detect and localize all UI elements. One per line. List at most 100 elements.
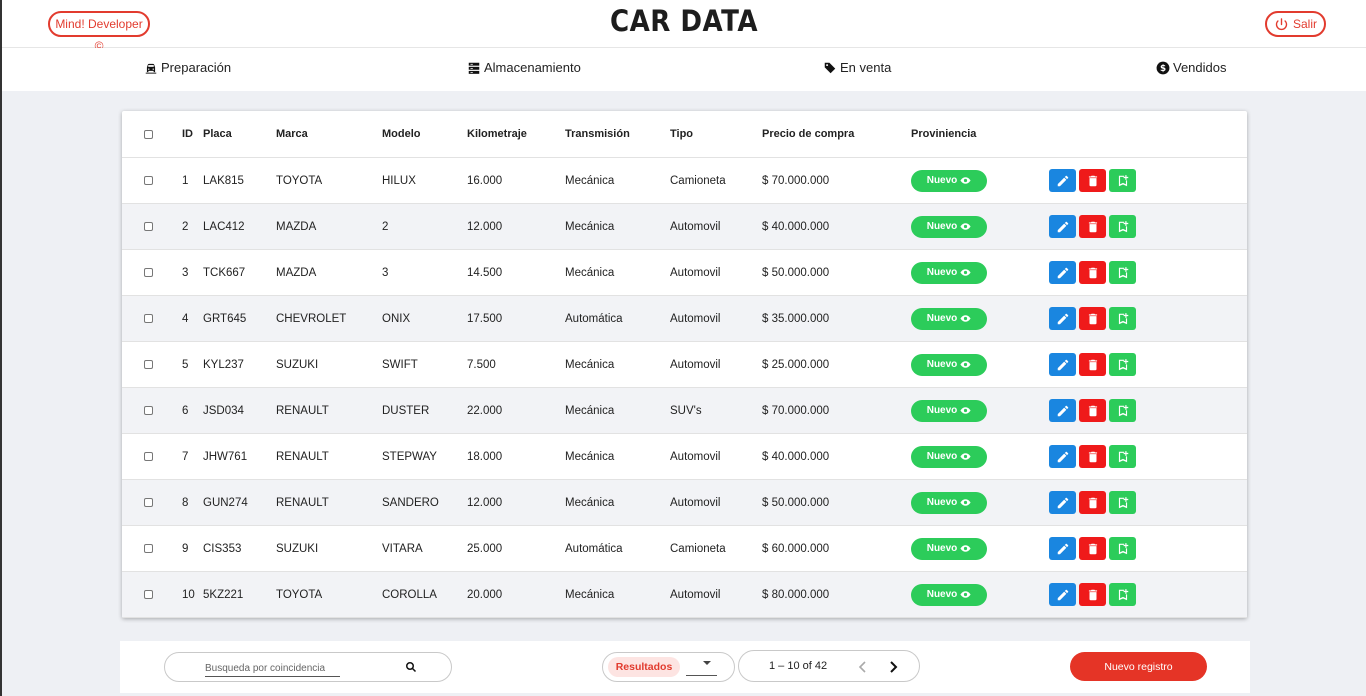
edit-button[interactable] — [1049, 169, 1076, 192]
proviniencia-badge[interactable]: Nuevo — [911, 169, 987, 192]
row-checkbox[interactable] — [144, 498, 153, 507]
bookmark-add-button[interactable] — [1109, 215, 1136, 238]
proviniencia-badge[interactable]: Nuevo — [911, 399, 987, 422]
nav-item-en-venta[interactable]: En venta — [823, 60, 891, 75]
column-header-transmision[interactable]: Transmisión — [565, 111, 630, 157]
table-row[interactable]: 9 CIS353 SUZUKI VITARA 25.000 Automática Camio… — [122, 526, 1247, 572]
delete-button[interactable] — [1079, 169, 1106, 192]
column-header-proviniencia[interactable]: Proviniencia — [911, 111, 976, 157]
column-header-marca[interactable]: Marca — [276, 111, 308, 157]
bookmark-add-button[interactable] — [1109, 353, 1136, 376]
bookmark-add-button[interactable] — [1109, 537, 1136, 560]
nav-item-vendidos[interactable]: $ Vendidos — [1156, 60, 1227, 75]
table-row[interactable]: 5 KYL237 SUZUKI SWIFT 7.500 Mecánica Automovil… — [122, 342, 1247, 388]
badge-label: Nuevo — [926, 221, 958, 232]
bookmark-add-button[interactable] — [1109, 169, 1136, 192]
table-row[interactable]: 7 JHW761 RENAULT STEPWAY 18.000 Mecánica Autom… — [122, 434, 1247, 480]
edit-button[interactable] — [1049, 537, 1076, 560]
delete-button[interactable] — [1079, 399, 1106, 422]
cell-placa: LAC412 — [203, 220, 245, 233]
bookmark-add-button[interactable] — [1109, 307, 1136, 330]
bookmark-add-button[interactable] — [1109, 261, 1136, 284]
row-checkbox[interactable] — [144, 176, 153, 185]
row-checkbox[interactable] — [144, 406, 153, 415]
delete-button[interactable] — [1079, 353, 1106, 376]
table-row[interactable]: 10 5KZ221 TOYOTA COROLLA 20.000 Mecánica Autom… — [122, 572, 1247, 618]
bookmark-add-button[interactable] — [1109, 399, 1136, 422]
table-row[interactable]: 4 GRT645 CHEVROLET ONIX 17.500 Automática Auto… — [122, 296, 1247, 342]
edit-button[interactable] — [1049, 399, 1076, 422]
nav-item-almacenamiento[interactable]: Almacenamiento — [467, 60, 581, 75]
cell-tipo: Automovil — [670, 450, 721, 463]
new-record-button[interactable]: Nuevo registro — [1070, 652, 1207, 681]
search-icon[interactable] — [405, 661, 417, 673]
cell-id: 6 — [182, 404, 189, 417]
cell-tipo: Automovil — [670, 220, 721, 233]
cell-transmision: Mecánica — [565, 404, 615, 417]
cell-id: 7 — [182, 450, 189, 463]
main-nav: Preparación Almacenamiento En venta $ Ve… — [2, 48, 1366, 91]
edit-button[interactable] — [1049, 261, 1076, 284]
column-header-placa[interactable]: Placa — [203, 111, 232, 157]
trash-icon — [1088, 405, 1097, 416]
results-select[interactable] — [686, 658, 717, 676]
next-page-button[interactable] — [887, 660, 899, 674]
delete-button[interactable] — [1079, 583, 1106, 606]
proviniencia-badge[interactable]: Nuevo — [911, 353, 987, 376]
prev-page-button[interactable] — [857, 660, 869, 674]
row-checkbox[interactable] — [144, 452, 153, 461]
logout-button[interactable]: Salir — [1265, 11, 1326, 37]
proviniencia-badge[interactable]: Nuevo — [911, 583, 987, 606]
nav-label: Preparación — [161, 60, 232, 75]
proviniencia-badge[interactable]: Nuevo — [911, 307, 987, 330]
row-checkbox[interactable] — [144, 360, 153, 369]
edit-button[interactable] — [1049, 445, 1076, 468]
column-header-kilometraje[interactable]: Kilometraje — [467, 111, 527, 157]
delete-button[interactable] — [1079, 261, 1106, 284]
badge-label: Nuevo — [926, 589, 958, 600]
table-row[interactable]: 1 LAK815 TOYOTA HILUX 16.000 Mecánica Camionet… — [122, 158, 1247, 204]
select-all-checkbox[interactable] — [144, 129, 153, 139]
table-row[interactable]: 6 JSD034 RENAULT DUSTER 22.000 Mecánica SUV's $… — [122, 388, 1247, 434]
delete-button[interactable] — [1079, 445, 1106, 468]
proviniencia-badge[interactable]: Nuevo — [911, 491, 987, 514]
table-row[interactable]: 2 LAC412 MAZDA 2 12.000 Mecánica Automovil $ 40… — [122, 204, 1247, 250]
row-checkbox[interactable] — [144, 222, 153, 231]
row-checkbox[interactable] — [144, 268, 153, 277]
edit-button[interactable] — [1049, 353, 1076, 376]
row-checkbox[interactable] — [144, 314, 153, 323]
proviniencia-badge[interactable]: Nuevo — [911, 537, 987, 560]
table-row[interactable]: 8 GUN274 RENAULT SANDERO 12.000 Mecánica Autom… — [122, 480, 1247, 526]
column-header-modelo[interactable]: Modelo — [382, 111, 421, 157]
delete-button[interactable] — [1079, 491, 1106, 514]
table-row[interactable]: 3 TCK667 MAZDA 3 14.500 Mecánica Automovil $ 50… — [122, 250, 1247, 296]
bookmark-add-button[interactable] — [1109, 491, 1136, 514]
column-header-id[interactable]: ID — [182, 111, 193, 157]
delete-button[interactable] — [1079, 215, 1106, 238]
eye-icon — [960, 499, 971, 506]
column-header-tipo[interactable]: Tipo — [670, 111, 693, 157]
cell-tipo: Automovil — [670, 496, 721, 509]
cell-kilometraje: 7.500 — [467, 358, 496, 371]
search-input[interactable] — [205, 661, 340, 677]
proviniencia-badge[interactable]: Nuevo — [911, 261, 987, 284]
edit-button[interactable] — [1049, 307, 1076, 330]
bookmark-add-button[interactable] — [1109, 583, 1136, 606]
proviniencia-badge[interactable]: Nuevo — [911, 215, 987, 238]
edit-button[interactable] — [1049, 215, 1076, 238]
nav-item-preparacion[interactable]: Preparación — [144, 60, 231, 75]
edit-button[interactable] — [1049, 583, 1076, 606]
row-checkbox[interactable] — [144, 590, 153, 599]
edit-button[interactable] — [1049, 491, 1076, 514]
delete-button[interactable] — [1079, 537, 1106, 560]
delete-button[interactable] — [1079, 307, 1106, 330]
bookmark-add-button[interactable] — [1109, 445, 1136, 468]
cell-id: 8 — [182, 496, 189, 509]
trash-icon — [1088, 497, 1097, 508]
column-header-precio[interactable]: Precio de compra — [762, 111, 854, 157]
cell-precio: $ 80.000.000 — [762, 588, 830, 601]
proviniencia-badge[interactable]: Nuevo — [911, 445, 987, 468]
cell-transmision: Mecánica — [565, 588, 615, 601]
row-checkbox[interactable] — [144, 544, 153, 553]
nav-label: Vendidos — [1173, 60, 1227, 75]
